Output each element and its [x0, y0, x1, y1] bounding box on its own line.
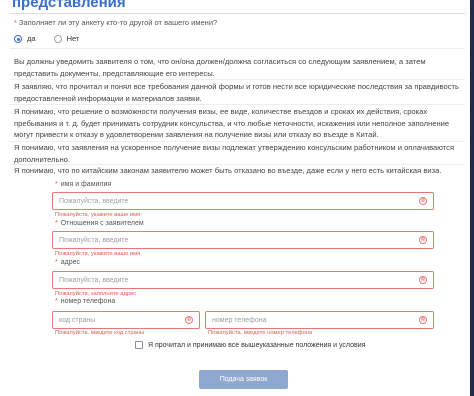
name-placeholder: Пожалуйста, введите [59, 197, 129, 205]
radio-checked-icon[interactable] [14, 34, 22, 43]
radio-yes-label: да [27, 34, 36, 43]
notice-paragraph: Я понимаю, что заявления на ускоренное п… [14, 143, 455, 164]
relation-label-text: Отношения с заявителем [60, 220, 144, 227]
required-mark: * [55, 298, 58, 305]
notice-paragraph: Вы должны уведомить заявителя о том, что… [14, 57, 426, 78]
error-circle-icon: ⊗ [419, 236, 427, 244]
terms-agreement[interactable]: Я прочитал и принимаю все вышеуказанные … [135, 341, 365, 349]
question-text: * Заполняет ли эту анкету кто-то другой о… [14, 18, 217, 27]
phone-label: * номер телефона [55, 298, 115, 305]
relation-placeholder: Пожалуйста, введите [59, 236, 129, 244]
name-label-text: имя и фамилия [60, 181, 112, 188]
relation-label: * Отношения с заявителем [55, 220, 144, 227]
phone-number-input[interactable]: номер телефона ⊗ [205, 311, 434, 329]
checkbox-icon[interactable] [135, 341, 143, 349]
question-label: Заполняет ли эту анкету кто-то другой от… [18, 18, 218, 27]
phone-label-text: номер телефона [60, 298, 116, 305]
error-circle-icon: ⊗ [419, 197, 427, 205]
name-label: * имя и фамилия [55, 181, 111, 188]
error-circle-icon: ⊗ [185, 316, 193, 324]
phone-number-error: Пожалуйста, введите номер телефона [208, 330, 313, 336]
section-divider [10, 13, 465, 14]
address-placeholder: Пожалуйста, введите [59, 276, 129, 284]
address-error: Пожалуйста, заполните адрес [55, 291, 137, 297]
notice-paragraph: Я понимаю, что решение о возможности пол… [14, 107, 450, 139]
required-mark: * [55, 181, 58, 188]
required-mark: * [14, 18, 17, 27]
error-circle-icon: ⊗ [419, 316, 427, 324]
radio-option-no[interactable]: Нет [53, 34, 80, 43]
name-input[interactable]: Пожалуйста, введите ⊗ [52, 192, 434, 210]
country-code-placeholder: код страны [59, 316, 96, 324]
section-heading: представления [12, 0, 126, 11]
application-form-page: представления * Заполняет ли эту анкету к… [0, 0, 470, 396]
required-mark: * [55, 259, 58, 266]
name-error: Пожалуйста, укажите ваше имя [55, 212, 141, 218]
radio-option-yes[interactable]: да [14, 34, 36, 43]
address-label-text: адрес [60, 259, 80, 266]
radio-group: да Нет [14, 34, 79, 43]
country-code-input[interactable]: код страны ⊗ [52, 311, 200, 329]
radio-no-label: Нет [66, 34, 80, 43]
divider [10, 48, 465, 49]
radio-unchecked-icon[interactable] [53, 34, 62, 43]
required-mark: * [55, 220, 58, 227]
divider [10, 104, 465, 105]
relation-error: Пожалуйста, укажите ваше имя [55, 251, 141, 257]
error-circle-icon: ⊗ [419, 276, 427, 284]
notice-paragraph: Я заявляю, что прочитал и понял все треб… [14, 82, 459, 103]
window-edge [470, 0, 474, 396]
divider [10, 79, 465, 80]
address-input[interactable]: Пожалуйста, введите ⊗ [52, 271, 434, 289]
relation-input[interactable]: Пожалуйста, введите ⊗ [52, 231, 434, 249]
submit-button[interactable]: Подача заявок [199, 370, 288, 389]
notice-paragraph: Я понимаю, что по китайским законам заяв… [14, 166, 442, 175]
phone-number-placeholder: номер телефона [212, 316, 267, 324]
address-label: * адрес [55, 259, 80, 266]
terms-label: Я прочитал и принимаю все вышеуказанные … [148, 341, 366, 349]
country-code-error: Пожалуйста, введите код страны [55, 330, 145, 336]
